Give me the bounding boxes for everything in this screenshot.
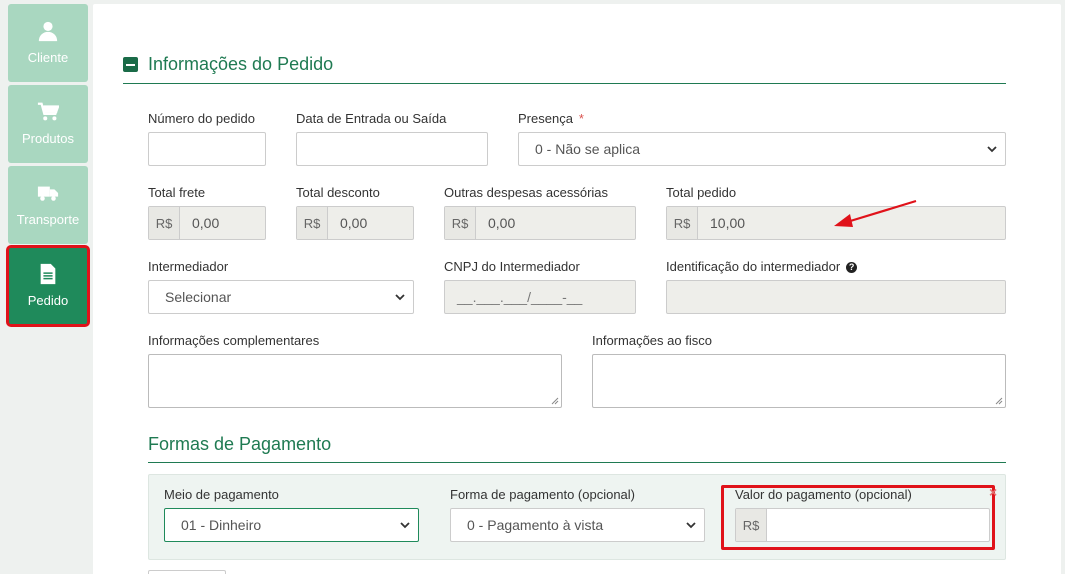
data-entrada-field: Data de Entrada ou Saída xyxy=(296,110,488,166)
currency-addon: R$ xyxy=(297,207,328,239)
required-marker: * xyxy=(578,111,584,126)
resize-grip-icon[interactable] xyxy=(995,397,1003,405)
data-entrada-input[interactable] xyxy=(296,132,488,166)
add-payment-button[interactable] xyxy=(148,570,226,574)
field-label: Número do pedido xyxy=(148,111,255,126)
field-label: CNPJ do Intermediador xyxy=(444,259,580,274)
cnpj-intermediador-input: __.___.___/____-__ xyxy=(444,280,636,314)
total-frete-input: R$ 0,00 xyxy=(148,206,266,240)
field-label: Data de Entrada ou Saída xyxy=(296,111,447,126)
chevron-down-icon xyxy=(395,294,405,301)
main-panel: Informações do Pedido Número do pedido D… xyxy=(93,4,1061,574)
forma-pagamento-select[interactable]: 0 - Pagamento à vista xyxy=(450,508,705,542)
truck-icon xyxy=(37,186,59,201)
user-icon xyxy=(38,21,58,42)
total-frete-field: Total frete R$ 0,00 xyxy=(148,184,266,240)
identificacao-intermediador-input xyxy=(666,280,1006,314)
field-label: Informações complementares xyxy=(148,333,320,348)
presenca-select[interactable]: 0 - Não se aplica xyxy=(518,132,1006,166)
field-label: Forma de pagamento (opcional) xyxy=(450,487,635,502)
field-label: Meio de pagamento xyxy=(164,487,279,502)
currency-addon: R$ xyxy=(445,207,476,239)
sidebar-item-label: Transporte xyxy=(16,212,80,227)
field-label: Outras despesas acessórias xyxy=(444,185,609,200)
field-label: Intermediador xyxy=(148,259,229,274)
document-icon xyxy=(40,263,56,285)
chevron-down-icon xyxy=(987,146,997,153)
numero-pedido-field: Número do pedido xyxy=(148,110,266,166)
section-divider xyxy=(123,83,1006,84)
resize-grip-icon[interactable] xyxy=(551,397,559,405)
currency-addon: R$ xyxy=(149,207,180,239)
outras-despesas-field: Outras despesas acessórias R$ 0,00 xyxy=(444,184,636,240)
remove-payment-icon[interactable]: × xyxy=(989,484,997,500)
chevron-down-icon xyxy=(686,522,696,529)
section-title: Informações do Pedido xyxy=(148,54,334,74)
chevron-down-icon xyxy=(400,522,410,529)
forma-pagamento-field: Forma de pagamento (opcional) 0 - Pagame… xyxy=(450,486,705,542)
total-pedido-input: R$ 10,00 xyxy=(666,206,1006,240)
numero-pedido-input[interactable] xyxy=(148,132,266,166)
highlight-box xyxy=(721,485,995,550)
help-icon[interactable]: ? xyxy=(846,261,858,273)
field-label: Presença xyxy=(518,111,573,126)
field-label: Total frete xyxy=(148,185,206,200)
info-complementares-textarea[interactable] xyxy=(148,354,562,408)
outras-despesas-input: R$ 0,00 xyxy=(444,206,636,240)
total-desconto-field: Total desconto R$ 0,00 xyxy=(296,184,414,240)
info-fisco-textarea[interactable] xyxy=(592,354,1006,408)
sidebar-item-cliente[interactable]: Cliente xyxy=(8,4,88,82)
cnpj-intermediador-field: CNPJ do Intermediador __.___.___/____-__ xyxy=(444,258,636,314)
identificacao-intermediador-field: Identificação do intermediador? xyxy=(666,258,1006,314)
payment-section-title: Formas de Pagamento xyxy=(148,434,332,454)
total-pedido-field: Total pedido R$ 10,00 xyxy=(666,184,1006,240)
total-desconto-input: R$ 0,00 xyxy=(296,206,414,240)
collapse-icon[interactable] xyxy=(123,57,138,72)
sidebar-item-pedido[interactable]: Pedido xyxy=(6,245,90,327)
info-fisco-field: Informações ao fisco xyxy=(592,332,1006,408)
sidebar-item-produtos[interactable]: Produtos xyxy=(8,85,88,163)
field-label: Total pedido xyxy=(666,185,737,200)
meio-pagamento-field: Meio de pagamento 01 - Dinheiro xyxy=(164,486,419,542)
sidebar-item-label: Pedido xyxy=(27,293,69,308)
presenca-field: Presença * 0 - Não se aplica xyxy=(518,110,1006,166)
sidebar: Cliente Produtos Transporte Pedido xyxy=(0,0,92,574)
order-section-header[interactable]: Informações do Pedido xyxy=(123,54,333,75)
currency-addon: R$ xyxy=(667,207,698,239)
sidebar-item-label: Produtos xyxy=(21,131,75,146)
field-label: Informações ao fisco xyxy=(592,333,712,348)
field-label: Total desconto xyxy=(296,185,380,200)
intermediador-select[interactable]: Selecionar xyxy=(148,280,414,314)
intermediador-field: Intermediador Selecionar xyxy=(148,258,414,314)
field-label: Identificação do intermediador xyxy=(666,259,841,274)
cart-icon xyxy=(37,102,59,121)
sidebar-item-label: Cliente xyxy=(27,50,69,65)
sidebar-item-transporte[interactable]: Transporte xyxy=(8,166,88,244)
info-complementares-field: Informações complementares xyxy=(148,332,562,408)
payment-divider xyxy=(148,462,1006,463)
meio-pagamento-select[interactable]: 01 - Dinheiro xyxy=(164,508,419,542)
